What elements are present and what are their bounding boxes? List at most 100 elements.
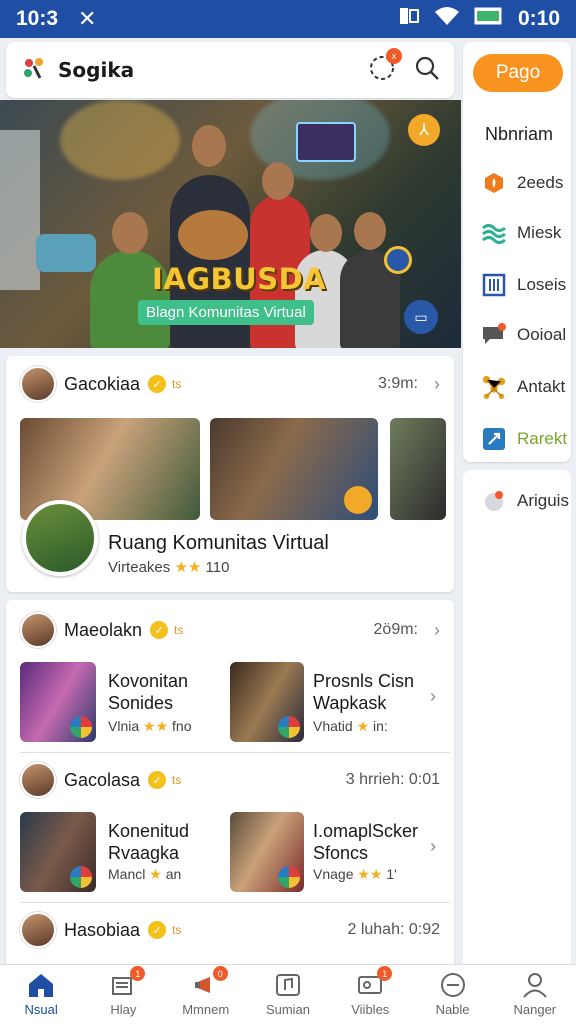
- fire-icon: [481, 170, 507, 196]
- rating-stars-icon: ★: [356, 718, 370, 734]
- home-icon: [27, 972, 55, 998]
- waves-icon: [481, 220, 507, 246]
- community-title[interactable]: Ruang Komunitas Virtual: [108, 532, 329, 555]
- item-thumbnail[interactable]: [20, 662, 96, 742]
- notifications-button[interactable]: x: [368, 47, 402, 87]
- item-title[interactable]: Kovonitan Sonides: [108, 670, 218, 714]
- item-meta: Vlnia ★★ fno: [108, 718, 192, 735]
- photo-badge-icon: [344, 486, 372, 514]
- post-username[interactable]: Maeolakn: [64, 620, 142, 641]
- link-icon: [481, 426, 507, 452]
- avatar[interactable]: [20, 912, 56, 948]
- side-item-miesk[interactable]: Miesk: [481, 220, 561, 246]
- hero-person-head: [310, 214, 342, 252]
- nav-item-nanger[interactable]: Nanger: [494, 965, 576, 1024]
- close-notification-icon: ✕: [78, 6, 97, 31]
- community-rating: 110: [205, 559, 230, 576]
- window-graphic: [0, 130, 40, 290]
- side-item-2eeds[interactable]: 2eeds: [481, 170, 563, 196]
- item-meta-right: an: [165, 866, 182, 882]
- pago-button[interactable]: Pago: [473, 54, 563, 92]
- nav-badge: 0: [212, 966, 228, 981]
- bottom-navigation: Nsual 1 Hlay 0 Mmnem Sumian 1 Viibles Na…: [0, 964, 576, 1024]
- nav-item-sumian[interactable]: Sumian: [247, 965, 329, 1024]
- person-icon: [521, 972, 549, 998]
- post-username[interactable]: Hasobiaa: [64, 920, 140, 941]
- post-time: 3 hrrieh: 0:01: [345, 771, 440, 788]
- post-tag: ts: [172, 377, 182, 391]
- item-thumbnail[interactable]: [20, 812, 96, 892]
- nav-label: Sumian: [265, 1002, 311, 1017]
- item-title[interactable]: I.omaplScker Sfoncs: [313, 820, 433, 864]
- app-badge-icon: [278, 716, 300, 738]
- post-tag: ts: [172, 923, 182, 937]
- hero-title: IAGBUSDA: [152, 262, 327, 296]
- avatar[interactable]: [20, 612, 56, 648]
- app-badge-icon: [70, 716, 92, 738]
- side-item-ariguis[interactable]: Ariguis: [481, 488, 569, 514]
- nav-item-viibles[interactable]: 1 Viibles: [329, 965, 411, 1024]
- verified-icon: ✓: [148, 771, 167, 789]
- app-logo-icon: [20, 54, 48, 87]
- item-meta-right: in:: [373, 718, 388, 734]
- grid-icon: [481, 272, 507, 298]
- side-item-rarekt[interactable]: Rarekt: [481, 426, 567, 452]
- rating-stars-icon: ★★: [357, 866, 383, 882]
- chevron-right-icon[interactable]: ›: [430, 836, 436, 857]
- side-item-loseis[interactable]: Loseis: [481, 272, 566, 298]
- nav-item-nable[interactable]: Nable: [411, 965, 493, 1024]
- network-icon: [481, 374, 507, 400]
- item-title[interactable]: Konenitud Rvaagka: [108, 820, 218, 864]
- verified-icon: ✓: [150, 621, 169, 639]
- item-meta-left: Mancl: [108, 866, 146, 882]
- community-avatar[interactable]: [22, 500, 98, 576]
- side-item-antakt[interactable]: Antakt: [481, 374, 565, 400]
- divider: [20, 752, 450, 753]
- post-username[interactable]: Gacokiaa: [64, 374, 140, 395]
- megaphone-icon: 0: [192, 966, 228, 998]
- status-time-right: 0:10: [517, 7, 560, 30]
- post-photo[interactable]: [210, 418, 378, 520]
- vibrate-icon: [398, 6, 420, 32]
- side-panel-secondary: Ariguis: [463, 470, 571, 1024]
- item-meta: Mancl ★ an: [108, 866, 181, 883]
- minus-circle-icon: [439, 972, 467, 998]
- avatar[interactable]: [20, 762, 56, 798]
- chevron-right-icon[interactable]: ›: [434, 374, 440, 395]
- app-badge-icon: [70, 866, 92, 888]
- verified-icon: ✓: [148, 375, 167, 393]
- item-meta-right: fno: [172, 718, 192, 734]
- nav-label: Hlay: [110, 1002, 137, 1017]
- post-username[interactable]: Gacolasa: [64, 770, 140, 791]
- nav-label: Nanger: [513, 1002, 557, 1017]
- side-item-ooioal[interactable]: Ooioal: [481, 322, 566, 348]
- post-photo[interactable]: [390, 418, 446, 520]
- nav-label: Viibles: [351, 1002, 390, 1017]
- search-icon[interactable]: [414, 55, 440, 86]
- hero-message-icon[interactable]: ▭: [404, 300, 438, 334]
- app-brand-name: Sogika: [58, 58, 135, 82]
- hero-person-head: [262, 162, 294, 200]
- post-card: Maeolakn ✓ ts 2ö9m: › Kovonitan Sonides …: [6, 600, 454, 964]
- item-title[interactable]: Prosnls Cisn Wapkask: [313, 670, 423, 714]
- avatar[interactable]: [20, 366, 56, 402]
- car-graphic: [36, 234, 96, 272]
- hero-banner[interactable]: ⅄ ▭ IAGBUSDA Blagn Komunitas Virtual: [0, 100, 461, 348]
- post-tag: ts: [172, 773, 182, 787]
- post-card: Gacokiaa ✓ ts 3:9m: › Ruang Komunitas Vi…: [6, 356, 454, 592]
- hero-share-icon[interactable]: ⅄: [408, 114, 440, 146]
- divider: [20, 902, 450, 903]
- side-item-label: Ariguis: [517, 491, 569, 510]
- community-meta: Virteakes ★★ 110: [108, 558, 229, 576]
- app-bar: Sogika x: [6, 42, 454, 98]
- nav-item-nsual[interactable]: Nsual: [0, 965, 82, 1024]
- nav-item-hlay[interactable]: 1 Hlay: [82, 965, 164, 1024]
- nav-item-mmnem[interactable]: 0 Mmnem: [165, 965, 247, 1024]
- chat-icon: [481, 322, 507, 348]
- chevron-right-icon[interactable]: ›: [434, 620, 440, 641]
- item-thumbnail[interactable]: [230, 812, 304, 892]
- chevron-right-icon[interactable]: ›: [430, 686, 436, 707]
- layers-icon: 1: [109, 966, 146, 998]
- item-thumbnail[interactable]: [230, 662, 304, 742]
- hero-person-head: [112, 212, 148, 254]
